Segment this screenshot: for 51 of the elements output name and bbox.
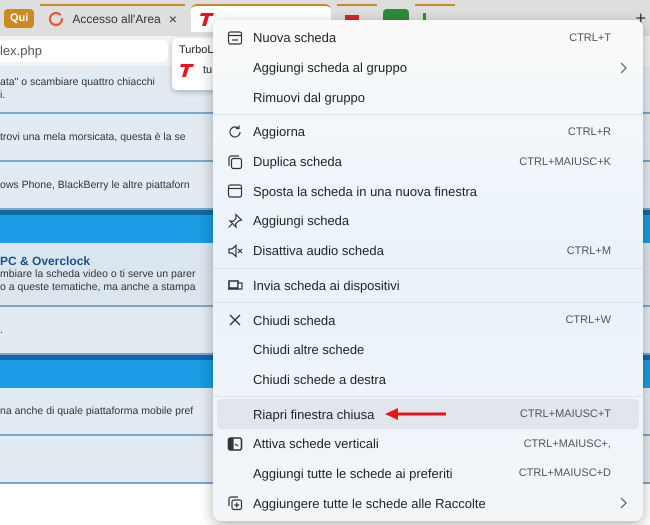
menu-item[interactable]: Attiva schede verticali CTRL+MAIUSC+, <box>217 428 639 459</box>
menu-item[interactable]: Duplica scheda CTRL+MAIUSC+K <box>217 146 639 176</box>
muted-speaker-icon <box>227 242 243 259</box>
window-icon <box>227 183 243 200</box>
browser-tab[interactable]: Accesso all'Area × <box>40 4 185 32</box>
keyboard-shortcut: CTRL+M <box>566 244 611 257</box>
menu-item[interactable]: Chiudi schede a destra <box>217 364 639 394</box>
tooltip-title: TurboL <box>179 44 214 56</box>
forum-title[interactable]: PC & Overclock <box>0 254 90 268</box>
forum-description: . <box>0 324 3 336</box>
menu-item[interactable]: Rimuovi dal gruppo <box>217 82 639 112</box>
refresh-icon <box>227 124 243 140</box>
tooltip-url: tu <box>203 64 212 76</box>
duplicate-icon <box>227 154 243 170</box>
menu-item[interactable]: Chiudi altre schede <box>217 334 639 365</box>
loading-spinner-icon <box>48 11 64 27</box>
menu-item[interactable]: Riapri finestra chiusa CTRL+MAIUSC+T <box>217 399 639 429</box>
menu-item[interactable]: Aggiorna CTRL+R <box>217 117 639 147</box>
menu-item[interactable]: Aggiungi scheda <box>217 206 639 236</box>
menu-item[interactable]: Disattiva audio scheda CTRL+M <box>217 236 639 266</box>
tab-title: Accesso all'Area <box>72 12 161 26</box>
menu-item[interactable]: Sposta la scheda in una nuova finestra <box>217 176 639 206</box>
collections-icon <box>227 495 243 512</box>
menu-item[interactable]: Aggiungi scheda al gruppo <box>217 52 639 82</box>
forum-description: trovi una mela morsicata, questa è la se <box>0 130 186 144</box>
turbolab-logo-icon <box>198 11 215 27</box>
keyboard-shortcut: CTRL+T <box>569 32 611 44</box>
forum-description: i. <box>0 89 6 102</box>
menu-item[interactable]: Chiudi scheda CTRL+W <box>217 305 639 335</box>
keyboard-shortcut: CTRL+MAIUSC+T <box>520 408 611 420</box>
menu-item[interactable]: Aggiungere tutte le schede alle Raccolte <box>217 488 639 518</box>
forum-description: ata" o scambiare quattro chiacchi <box>0 76 155 89</box>
address-bar[interactable]: lex.php <box>0 40 168 62</box>
pin-icon <box>227 212 243 229</box>
keyboard-shortcut: CTRL+MAIUSC+K <box>519 156 611 168</box>
forum-description: mbiare la scheda video o ti serve un parer <box>0 268 196 281</box>
keyboard-shortcut: CTRL+MAIUSC+, <box>524 438 611 450</box>
new-tab-icon <box>227 30 243 46</box>
keyboard-shortcut: CTRL+R <box>568 126 611 138</box>
keyboard-shortcut: CTRL+MAIUSC+D <box>518 467 611 480</box>
forum-description: ows Phone, BlackBerry le altre piattaforn <box>0 178 190 192</box>
turbolab-logo-icon <box>179 62 195 78</box>
vertical-tabs-icon <box>227 436 243 452</box>
forum-description: o a queste tematiche, ma anche a stampa <box>0 281 196 294</box>
menu-item[interactable]: Nuova scheda CTRL+T <box>217 23 639 53</box>
close-tab-button[interactable]: × <box>168 11 177 27</box>
menu-item[interactable]: Invia scheda ai dispositivi <box>217 270 639 300</box>
keyboard-shortcut: CTRL+W <box>565 314 611 326</box>
annotation-arrow <box>384 408 448 420</box>
menu-item[interactable]: Aggiungi tutte le schede ai preferiti CTRL+MAIUSC+D <box>217 458 639 488</box>
forum-description: na anche di quale piattaforma mobile pref <box>0 404 194 418</box>
